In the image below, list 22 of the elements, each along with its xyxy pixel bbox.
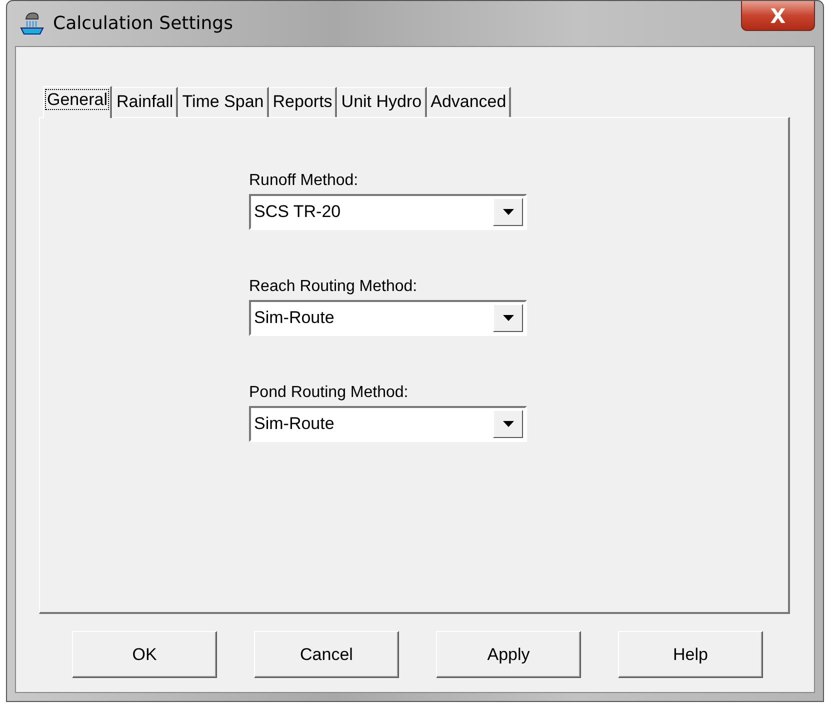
field-label: Reach Routing Method: — [249, 278, 418, 296]
tab[interactable]: General — [43, 86, 112, 118]
dialog-button[interactable]: Help — [618, 631, 763, 678]
dialog-button[interactable]: Apply — [436, 631, 581, 678]
tab[interactable]: Rainfall — [112, 87, 178, 117]
dropdown[interactable]: SCS TR-20 — [249, 194, 527, 230]
dropdown[interactable]: Sim-Route — [249, 406, 527, 442]
dropdown-arrow-icon — [502, 421, 514, 427]
field-label: Pond Routing Method: — [249, 384, 410, 402]
tab[interactable]: Unit Hydro — [337, 87, 427, 117]
dropdown[interactable]: Sim-Route — [249, 300, 527, 336]
dropdown-arrow-icon — [502, 209, 514, 215]
tab[interactable]: Reports — [268, 87, 338, 117]
dialog-button[interactable]: Cancel — [254, 631, 399, 678]
dropdown-arrow-icon — [502, 315, 514, 321]
tab[interactable]: Advanced — [426, 87, 512, 117]
close-button[interactable]: X — [741, 1, 815, 31]
rain-basin-icon — [19, 10, 45, 36]
field-label: Runoff Method: — [249, 172, 360, 190]
window-title: Calculation Settings — [53, 13, 233, 34]
tab[interactable]: Time Span — [178, 87, 269, 117]
dialog-button[interactable]: OK — [72, 631, 217, 678]
